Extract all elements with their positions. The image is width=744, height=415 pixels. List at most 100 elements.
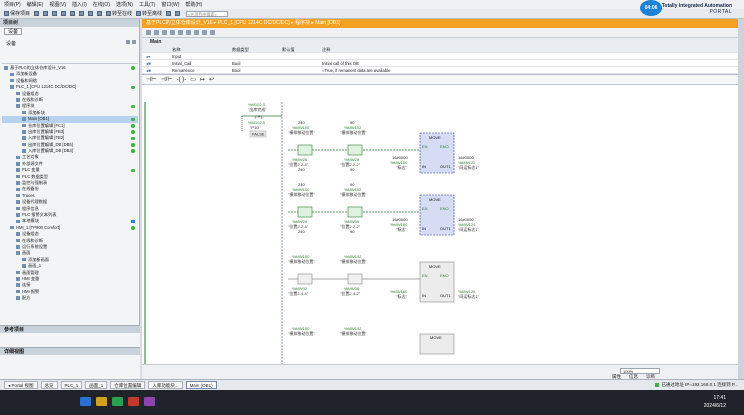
insert-network-icon[interactable] bbox=[146, 30, 151, 35]
monitor-on-icon[interactable] bbox=[194, 30, 199, 35]
tree-node-icon bbox=[16, 187, 20, 192]
tree-item-label: PLC 变量 bbox=[22, 167, 40, 173]
details-view-header[interactable]: 详细视图 bbox=[0, 347, 140, 355]
tree-node-icon bbox=[22, 117, 26, 121]
status-ok-icon bbox=[131, 143, 135, 147]
compare-bottom-value: 240 bbox=[298, 167, 305, 172]
compare-contact[interactable] bbox=[297, 273, 313, 285]
tree-item[interactable]: 配方 bbox=[2, 295, 138, 301]
status-ok-icon bbox=[131, 130, 135, 134]
redo-icon[interactable] bbox=[79, 11, 85, 16]
save-project-button[interactable]: 保存项目 bbox=[4, 10, 30, 17]
compare-contact[interactable] bbox=[297, 144, 313, 156]
tree-node-icon bbox=[22, 149, 26, 153]
tree-node-icon bbox=[22, 264, 26, 268]
open-branch-icon[interactable]: ↦ bbox=[200, 76, 205, 83]
menu-item-help[interactable]: 帮助(H) bbox=[185, 1, 202, 8]
compile-icon[interactable] bbox=[88, 11, 94, 16]
reference-projects-header[interactable]: 参考项目 bbox=[0, 325, 140, 333]
menu-item-online[interactable]: 在线(O) bbox=[93, 1, 110, 8]
compare-contact[interactable] bbox=[347, 206, 363, 218]
coil-icon[interactable]: -( )- bbox=[177, 77, 187, 83]
cut-icon[interactable] bbox=[43, 11, 49, 16]
tree-node-icon bbox=[10, 78, 14, 83]
table-row[interactable]: ◂▾ Input bbox=[142, 53, 738, 60]
go-online-button[interactable]: 转至在线 bbox=[106, 10, 132, 17]
os-taskbar: 17:41 2024/6/12 bbox=[0, 390, 744, 415]
zoom-out-icon[interactable] bbox=[186, 30, 191, 35]
tab-main-ob1[interactable]: Main (OB1) bbox=[185, 381, 217, 389]
tree-header-tools bbox=[126, 40, 136, 44]
close-all-icon[interactable] bbox=[170, 30, 175, 35]
explorer-icon[interactable] bbox=[80, 397, 91, 406]
compare-contact[interactable] bbox=[347, 144, 363, 156]
copy-icon[interactable] bbox=[52, 11, 58, 16]
menu-item-window[interactable]: 窗口(W) bbox=[161, 1, 179, 8]
ladder-diagram[interactable]: %M102.3 "出库完成" -| P |- %M102.3 "P1D" FAL… bbox=[142, 102, 738, 364]
close-branch-icon[interactable]: ↩ bbox=[209, 76, 214, 83]
menu-item-view[interactable]: 视图(V) bbox=[49, 1, 66, 8]
status-ok-icon bbox=[131, 117, 135, 122]
zoom-in-icon[interactable] bbox=[178, 30, 183, 35]
tree-item-label: 设备组态 bbox=[22, 90, 39, 96]
compare-name: "横排移动位置" bbox=[340, 191, 367, 197]
project-tree: 基于PLC的立体仓库设计_V16 添加新设备 设备和网络 PLC_1 [CPU 121… bbox=[2, 65, 138, 301]
menu-item-options[interactable]: 选项(N) bbox=[116, 1, 133, 8]
move-in-name: "标志" bbox=[396, 226, 407, 232]
tab-devices[interactable]: 设备 bbox=[4, 28, 23, 35]
open-all-icon[interactable] bbox=[162, 30, 167, 35]
portal-view-button[interactable]: ◂ Portal 视图 bbox=[4, 381, 38, 389]
table-row[interactable]: ◂■ Remanence Bool =True, if remanent dat… bbox=[142, 67, 738, 74]
undo-icon[interactable] bbox=[70, 11, 76, 16]
menu-item-edit[interactable]: 编辑(E) bbox=[27, 1, 44, 8]
tree-node-icon bbox=[22, 257, 26, 262]
menu-item-insert[interactable]: 插入(I) bbox=[72, 1, 87, 8]
delete-network-icon[interactable] bbox=[154, 30, 159, 35]
print-icon[interactable] bbox=[34, 11, 40, 16]
paste-icon[interactable] bbox=[61, 11, 67, 16]
tab-screen1[interactable]: 画面_1 bbox=[85, 381, 108, 389]
move-label: MOVE bbox=[429, 135, 441, 140]
settings-icon[interactable] bbox=[210, 30, 215, 35]
monitor-icon[interactable] bbox=[166, 11, 172, 16]
tab-inbound-fb[interactable]: 入库功能块... bbox=[148, 381, 183, 389]
go-offline-button[interactable]: 转至离线 bbox=[136, 10, 162, 17]
menu-item-project[interactable]: 项目(P) bbox=[4, 1, 21, 8]
menu-item-tools[interactable]: 工具(T) bbox=[139, 1, 155, 8]
status-ok-icon bbox=[131, 123, 135, 128]
compare-icon[interactable] bbox=[202, 30, 207, 35]
tree-item-label: Traces bbox=[22, 192, 35, 198]
list-view-icon[interactable] bbox=[132, 40, 136, 44]
table-row[interactable]: ◂■ Initial_Call Bool Initial call of thi… bbox=[142, 60, 738, 67]
tree-header: 设备 bbox=[2, 38, 138, 64]
tree-item-label: 仓库位置编辑 [FC1] bbox=[28, 122, 65, 128]
box-icon[interactable]: ▭ bbox=[190, 76, 196, 83]
tree-node-icon bbox=[16, 168, 20, 172]
compare-name: "横排移动位置" bbox=[288, 191, 315, 197]
tia-icon[interactable] bbox=[112, 397, 123, 406]
app-icon[interactable] bbox=[144, 397, 155, 406]
tab-storage-edit[interactable]: 仓库位置编辑 bbox=[110, 381, 146, 389]
tab-overview[interactable]: 总览 bbox=[40, 381, 58, 389]
grid-view-icon[interactable] bbox=[126, 40, 130, 44]
app-icon[interactable] bbox=[128, 397, 139, 406]
nc-contact-icon[interactable]: ⊣/⊢ bbox=[160, 76, 172, 83]
folder-icon[interactable] bbox=[96, 397, 107, 406]
tab-plc1[interactable]: PLC_1 bbox=[60, 381, 83, 389]
compare-name: "位置2-4-2" bbox=[340, 290, 361, 296]
tree-node-icon bbox=[16, 213, 20, 217]
download-icon[interactable] bbox=[97, 11, 103, 16]
eno-pin: ENO bbox=[440, 144, 449, 149]
expand-icon[interactable]: ◂▾ bbox=[142, 53, 172, 59]
program-editor: 基于PLC的立体仓库设计_V16 ▸ PLC_1 [CPU 1214C DC/D… bbox=[142, 19, 738, 379]
tree-node-icon bbox=[16, 181, 20, 185]
no-contact-icon[interactable]: ⊣⊢ bbox=[146, 76, 156, 83]
task-card-tabs[interactable] bbox=[738, 19, 744, 379]
tree-node-icon bbox=[16, 155, 20, 160]
tree-item-label: 监控与强制表 bbox=[22, 180, 48, 186]
compare-contact[interactable] bbox=[347, 273, 363, 285]
compare-contact[interactable] bbox=[297, 206, 313, 218]
stop-icon[interactable] bbox=[175, 11, 181, 16]
project-search-input[interactable]: <在项目中搜索> bbox=[186, 10, 229, 17]
status-ok-icon bbox=[131, 85, 135, 90]
